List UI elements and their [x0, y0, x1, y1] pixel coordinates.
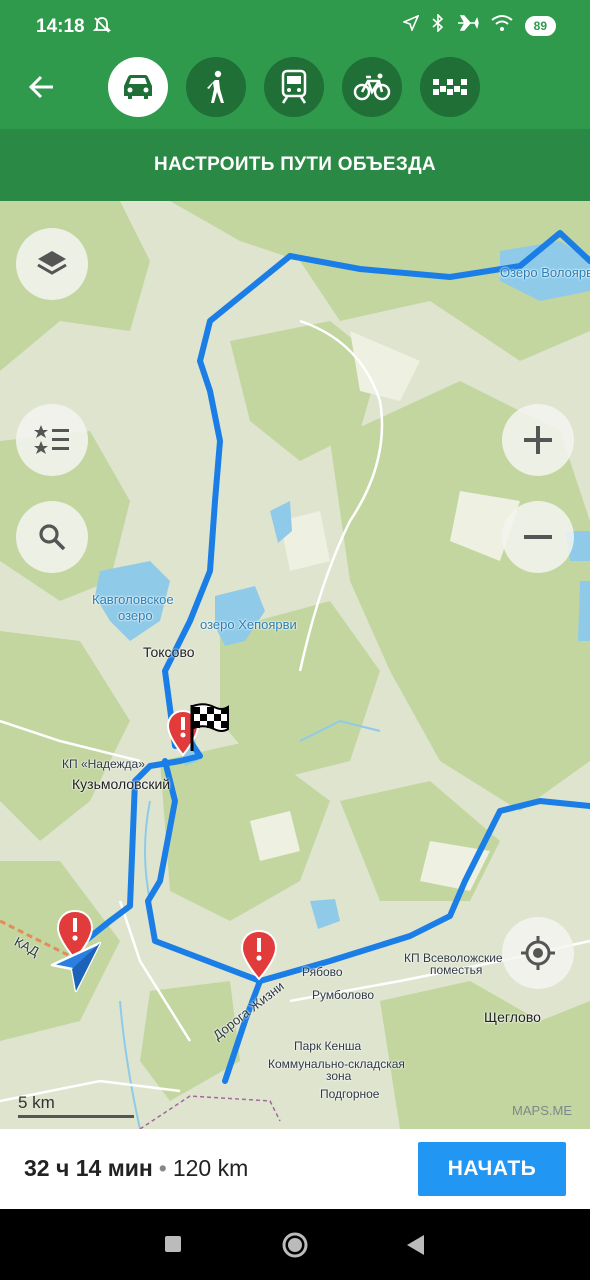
- map-label-kavgolovskoe-2: озеро: [118, 608, 153, 623]
- walk-icon: [207, 70, 224, 103]
- taxi-icon: [433, 79, 467, 95]
- battery-level: 89: [533, 18, 547, 33]
- recents-icon[interactable]: [164, 1235, 182, 1253]
- map-scale: 5 km: [18, 1093, 134, 1118]
- airplane-icon: [457, 14, 479, 37]
- map-label-kommunalno-2: зона: [326, 1069, 352, 1083]
- battery-icon: 89: [524, 15, 556, 36]
- map-label-ryabovo: Рябово: [302, 965, 343, 979]
- map-label-shcheglovo: Щеглово: [484, 1009, 541, 1025]
- route-separator: •: [158, 1155, 167, 1181]
- bookmarks-icon: [34, 425, 69, 454]
- back-button[interactable]: [22, 67, 62, 107]
- start-navigation-button[interactable]: НАЧАТЬ: [418, 1142, 566, 1196]
- route-summary-panel: 32 ч 14 мин • 120 km НАЧАТЬ: [0, 1129, 590, 1209]
- back-nav-icon[interactable]: [404, 1233, 426, 1257]
- current-position-arrow-icon: [50, 941, 102, 993]
- map-label-park-kensha: Парк Кенша: [294, 1039, 362, 1053]
- map-label-kp-nadezhda: КП «Надежда»: [62, 757, 145, 771]
- traffic-warning-marker-road[interactable]: [240, 929, 278, 981]
- map-label-kuzmolovsky: Кузьмоловский: [72, 776, 171, 792]
- layers-icon: [37, 251, 67, 275]
- arrow-left-icon: [28, 75, 53, 99]
- route-distance: 120 km: [172, 1155, 249, 1181]
- my-location-button[interactable]: [502, 917, 574, 989]
- home-icon[interactable]: [281, 1231, 309, 1259]
- my-location-icon: [521, 936, 555, 970]
- wifi-icon: [491, 14, 513, 37]
- mode-pedestrian-button[interactable]: [186, 57, 246, 117]
- location-arrow-icon: [401, 14, 420, 36]
- map-label-lake-voloyarv: Озеро Волоярв: [500, 265, 590, 280]
- mode-transit-button[interactable]: [264, 57, 324, 117]
- reroute-settings-button[interactable]: НАСТРОИТЬ ПУТИ ОБЪЕЗДА: [0, 129, 590, 201]
- layers-button[interactable]: [16, 228, 88, 300]
- map-label-kp-vsevolozhskie-2: поместья: [430, 963, 483, 977]
- search-button[interactable]: [16, 501, 88, 573]
- map-label-rumbolovo: Румболово: [312, 988, 374, 1002]
- map-label-toksovo: Токсово: [143, 644, 195, 660]
- zoom-out-icon: [524, 535, 552, 539]
- start-navigation-label: НАЧАТЬ: [447, 1157, 537, 1180]
- mode-taxi-button[interactable]: [420, 57, 480, 117]
- map-label-lake-khepoyarvi: озеро Хепоярви: [200, 617, 297, 632]
- system-navigation-bar: [0, 1209, 590, 1280]
- routing-toolbar: [0, 45, 590, 129]
- car-icon: [124, 75, 152, 99]
- dnd-off-icon: [92, 15, 112, 40]
- zoom-in-icon: [524, 426, 552, 454]
- reroute-settings-label: НАСТРОИТЬ ПУТИ ОБЪЕЗДА: [154, 154, 436, 175]
- status-time: 14:18: [36, 16, 85, 37]
- train-icon: [281, 69, 307, 104]
- map-scale-bar: [18, 1115, 134, 1118]
- mode-car-button[interactable]: [108, 57, 168, 117]
- mode-bicycle-button[interactable]: [342, 57, 402, 117]
- map-scale-label: 5 km: [18, 1093, 55, 1112]
- map-attribution: MAPS.ME: [512, 1103, 572, 1118]
- zoom-out-button[interactable]: [502, 501, 574, 573]
- finish-flag-icon[interactable]: [184, 701, 230, 753]
- route-time: 32 ч 14 мин: [24, 1155, 153, 1181]
- search-icon: [39, 524, 66, 551]
- map-label-podgornoe: Подгорное: [320, 1087, 380, 1101]
- status-bar: 14:18 89: [0, 0, 590, 45]
- bicycle-icon: [353, 73, 391, 101]
- zoom-in-button[interactable]: [502, 404, 574, 476]
- map-view[interactable]: Озеро Волоярв Кавголовское озеро озеро Х…: [0, 201, 590, 1129]
- map-label-kavgolovskoe: Кавголовское: [92, 592, 174, 607]
- bluetooth-icon: [431, 13, 445, 37]
- route-info: 32 ч 14 мин • 120 km: [24, 1155, 248, 1182]
- bookmarks-button[interactable]: [16, 404, 88, 476]
